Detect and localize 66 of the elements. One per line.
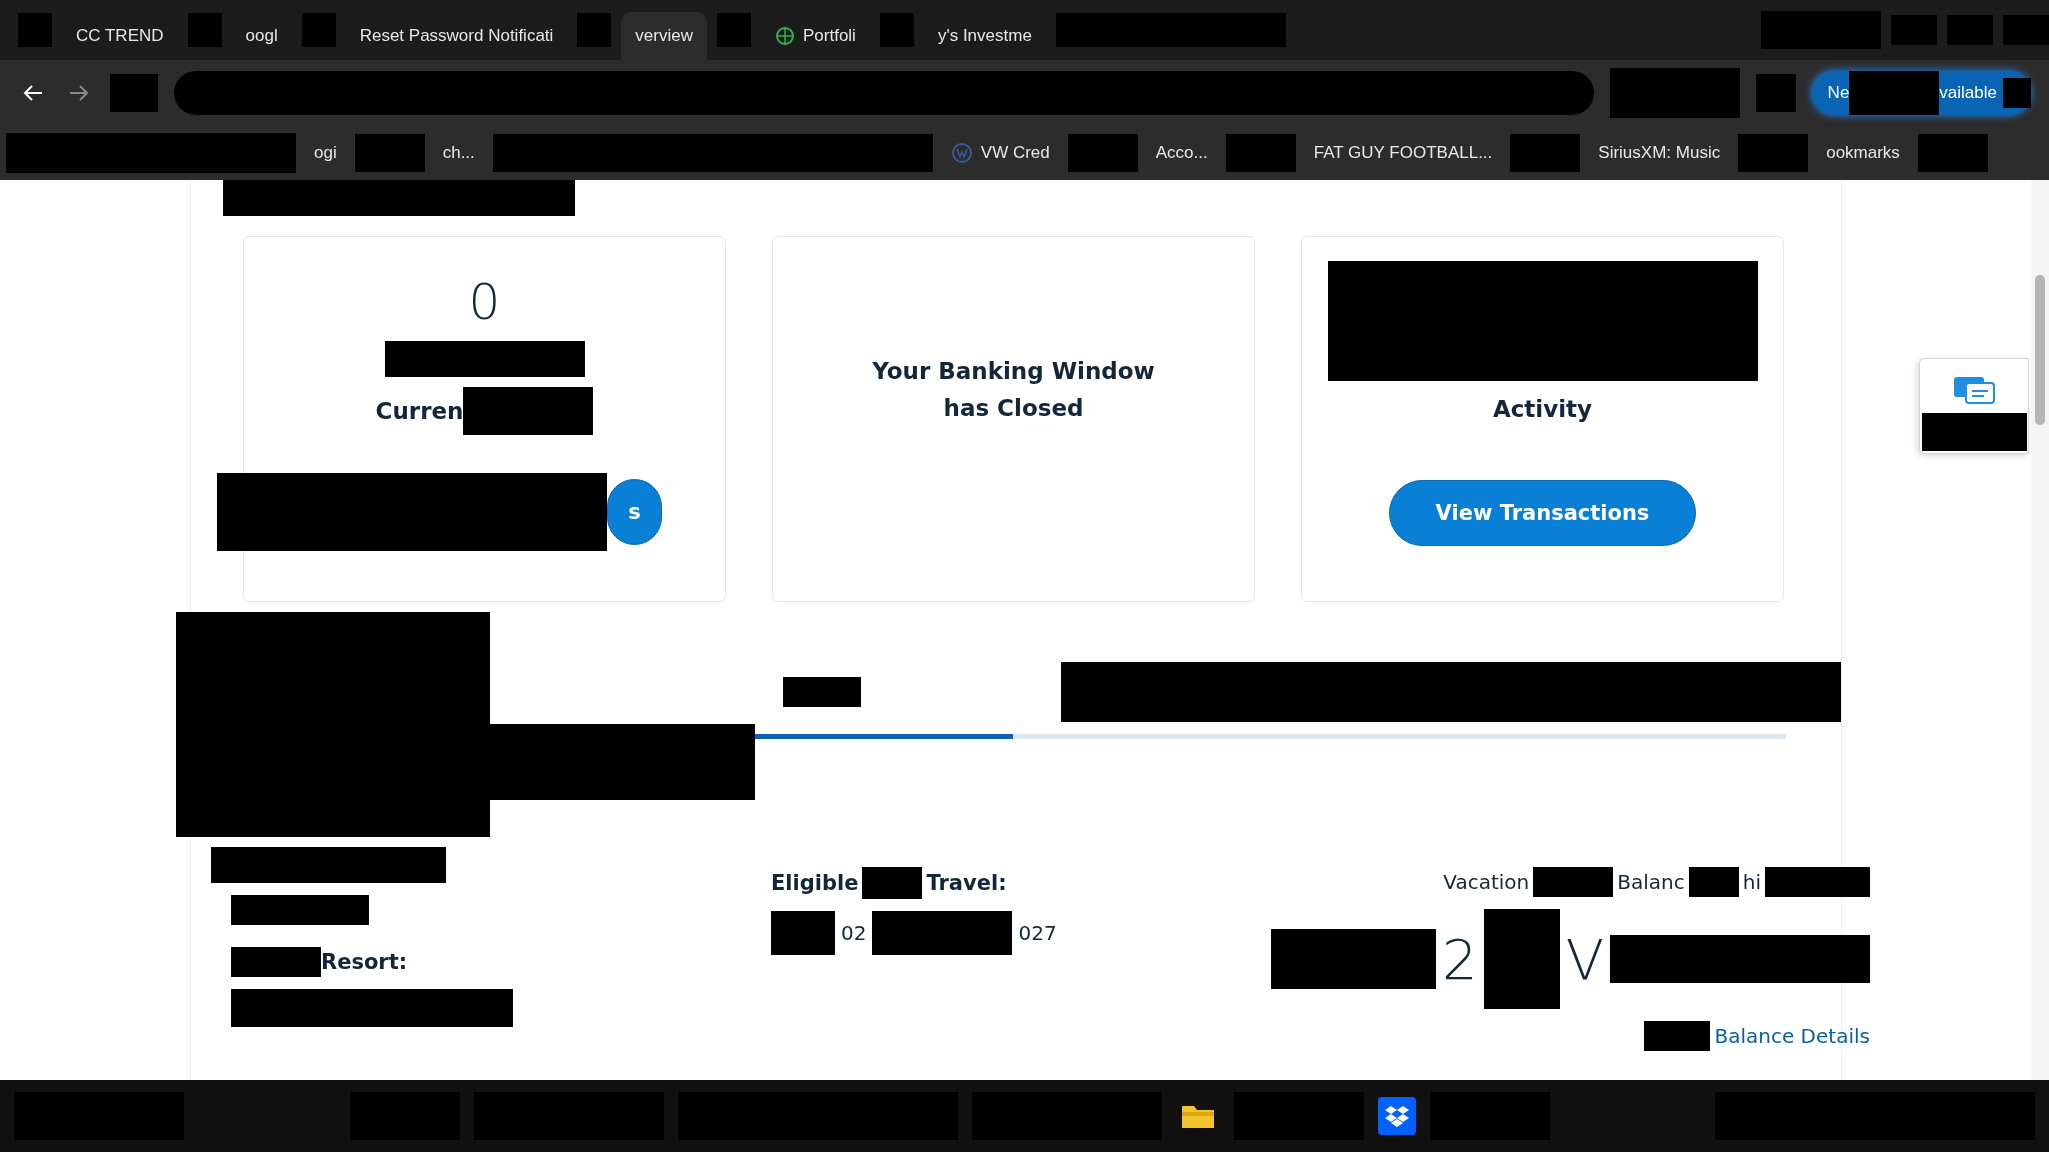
update-button[interactable]: Ne vailable bbox=[1811, 70, 2031, 115]
redaction-block bbox=[771, 911, 835, 955]
redaction-block bbox=[1644, 1021, 1711, 1051]
browser-tab[interactable]: y's Investme bbox=[923, 12, 1046, 60]
bookmark[interactable]: VW Cred bbox=[944, 141, 1056, 164]
redaction-block bbox=[1755, 73, 1796, 112]
bookmark[interactable]: ch... bbox=[436, 142, 481, 163]
view-transactions-button[interactable]: View Transactions bbox=[1388, 480, 1697, 546]
tab-title: Portfoli bbox=[803, 26, 856, 46]
browser-tab[interactable]: verview bbox=[621, 12, 707, 60]
count-value: 0 bbox=[468, 273, 501, 331]
chat-bubble-icon bbox=[1952, 375, 1996, 405]
tab-title: y's Investme bbox=[937, 26, 1032, 46]
redaction-block bbox=[301, 13, 336, 47]
dropbox-icon[interactable] bbox=[1377, 1097, 1416, 1135]
redaction-block bbox=[1510, 133, 1581, 172]
circle-logo-icon bbox=[950, 141, 973, 164]
browser-tab[interactable]: oogl bbox=[231, 12, 292, 60]
balance-label: Vacation bbox=[1443, 870, 1530, 894]
browser-tab[interactable]: Reset Password Notificati bbox=[345, 12, 568, 60]
bookmark-label: Acco... bbox=[1155, 142, 1208, 163]
redaction-block bbox=[1688, 867, 1739, 897]
card-button[interactable]: s bbox=[607, 479, 662, 545]
travel-label: Eligible bbox=[771, 871, 859, 895]
bookmark[interactable]: Acco... bbox=[1149, 142, 1214, 163]
redaction-block bbox=[2003, 77, 2031, 108]
redaction-block bbox=[1891, 15, 1937, 45]
bookmark-label: ch... bbox=[442, 142, 475, 163]
travel-date: 027 bbox=[1018, 921, 1057, 945]
balance-details-link[interactable]: Balance Details bbox=[1714, 1024, 1870, 1048]
redaction-block bbox=[577, 13, 612, 47]
chat-widget[interactable] bbox=[1919, 358, 2029, 454]
redaction-block bbox=[862, 867, 923, 899]
bookmark-label: VW Cred bbox=[980, 142, 1050, 163]
balance-label: hi bbox=[1742, 870, 1761, 894]
tab-title: CC TREND bbox=[76, 26, 164, 46]
card-label: Activity bbox=[1492, 395, 1593, 424]
tab-title: verview bbox=[635, 26, 693, 46]
redaction-block bbox=[1225, 133, 1296, 172]
tab-title: Reset Password Notificati bbox=[359, 26, 554, 46]
redaction-block bbox=[354, 133, 425, 172]
banking-window-message: Your Banking Window has Closed bbox=[871, 357, 1156, 423]
travel-date: 02 bbox=[841, 921, 867, 945]
globe-icon bbox=[775, 26, 795, 46]
balance-label: Balanc bbox=[1617, 870, 1685, 894]
balance-value: V bbox=[1565, 926, 1604, 992]
redaction-block bbox=[1947, 15, 1993, 45]
redaction-block bbox=[1738, 133, 1809, 172]
balance-value: 2 bbox=[1442, 926, 1478, 992]
card-label: Curren bbox=[375, 396, 464, 426]
redaction-block bbox=[1917, 133, 1988, 172]
redaction-block bbox=[110, 73, 158, 112]
browser-tab[interactable]: Portfoli bbox=[761, 12, 870, 60]
resort-label: Resort: bbox=[321, 950, 408, 974]
redaction-block bbox=[1067, 133, 1138, 172]
bookmark[interactable]: ogi bbox=[308, 142, 343, 163]
redaction-block bbox=[879, 13, 914, 47]
browser-tab[interactable]: CC TREND bbox=[62, 12, 178, 60]
travel-label: Travel: bbox=[926, 871, 1007, 895]
redaction-block bbox=[18, 13, 52, 47]
redaction-block bbox=[187, 13, 222, 47]
redaction-block bbox=[717, 13, 751, 47]
bookmark-label: ogi bbox=[314, 142, 337, 163]
scrollbar[interactable] bbox=[2031, 180, 2049, 1080]
tab-title: oogl bbox=[245, 26, 278, 46]
redaction-block bbox=[2003, 15, 2049, 45]
